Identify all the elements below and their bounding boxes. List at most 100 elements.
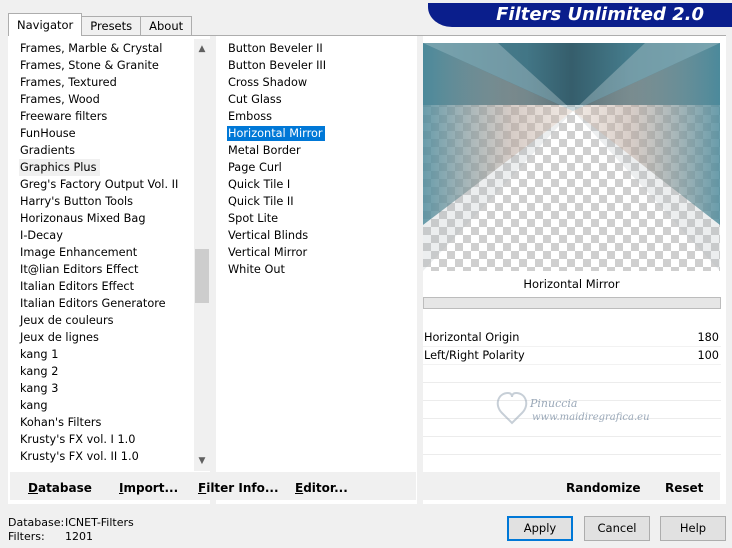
filter-item[interactable]: Button Beveler II [227,40,417,57]
parameter-row[interactable]: Left/Right Polarity 100 [423,347,721,365]
parameter-row-empty [423,365,721,383]
editor-button[interactable]: Editor... [295,472,348,500]
category-item[interactable]: Krusty's FX vol. I 1.0 [19,431,201,448]
scrollbar-thumb[interactable] [195,249,209,303]
category-item[interactable]: Harry's Button Tools [19,193,201,210]
randomize-button[interactable]: Randomize [566,472,640,500]
database-value: ICNET-Filters [65,516,134,529]
category-item[interactable]: Italian Editors Generatore [19,295,201,312]
tab-navigator[interactable]: Navigator [8,13,83,36]
category-item[interactable]: It@lian Editors Effect [19,261,201,278]
filter-item[interactable]: Vertical Blinds [227,227,417,244]
category-item[interactable]: Freeware filters [19,108,201,125]
category-item[interactable]: Greg's Factory Output Vol. II [19,176,201,193]
category-item[interactable]: Graphics Plus [19,159,201,176]
filter-item[interactable]: Cut Glass [227,91,417,108]
category-item-label: I-Decay [20,229,63,242]
filter-item-label: Quick Tile I [228,178,291,191]
category-item-label: FunHouse [20,127,76,140]
category-item[interactable]: Italian Editors Effect [19,278,201,295]
category-item[interactable]: Gradients [19,142,201,159]
filter-item[interactable]: Emboss [227,108,417,125]
scroll-up-icon[interactable]: ▲ [194,41,210,57]
category-item-label: Gradients [20,144,76,157]
category-item-label: It@lian Editors Effect [20,263,139,276]
category-item-label: Frames, Stone & Granite [20,59,159,72]
filter-list[interactable]: Button Beveler II Button Beveler III Cross… [227,40,417,278]
category-item[interactable]: FunHouse [19,125,201,142]
category-item[interactable]: Krusty's FX vol. II 1.0 [19,448,201,465]
filter-item[interactable]: Metal Border [227,142,417,159]
parameter-value[interactable]: 180 [697,329,719,346]
category-item[interactable]: Jeux de lignes [19,329,201,346]
category-list[interactable]: Frames, Marble & Crystal Frames, Stone & … [19,40,201,470]
filter-item-label: Vertical Mirror [228,246,308,259]
filter-item-label: Metal Border [228,144,301,157]
tab-bar: Navigator Presets About [8,13,193,36]
category-item[interactable]: Image Enhancement [19,244,201,261]
category-item-label: Frames, Marble & Crystal [20,42,163,55]
cancel-button[interactable]: Cancel [584,516,650,541]
category-item[interactable]: Jeux de couleurs [19,312,201,329]
category-item-label: Greg's Factory Output Vol. II [20,178,179,191]
filter-item[interactable]: White Out [227,261,417,278]
category-item[interactable]: kang 3 [19,380,201,397]
category-item[interactable]: Kohan's Filters [19,414,201,431]
import-button[interactable]: Import... [119,472,178,500]
reset-button[interactable]: Reset [665,472,703,500]
filter-item-label: Cut Glass [228,93,282,106]
category-item[interactable]: Frames, Stone & Granite [19,57,201,74]
category-item-label: Frames, Textured [20,76,117,89]
parameter-row-empty [423,437,721,455]
filter-item[interactable]: Page Curl [227,159,417,176]
category-item[interactable]: Frames, Marble & Crystal [19,40,201,57]
category-item[interactable]: Horizonaus Mixed Bag [19,210,201,227]
tab-about[interactable]: About [140,16,193,36]
filter-item[interactable]: Horizontal Mirror [227,125,417,142]
filter-info-button[interactable]: Filter Info... [198,472,279,500]
category-item[interactable]: I-Decay [19,227,201,244]
filter-item-label: Button Beveler II [228,42,323,55]
category-item-label: Italian Editors Generatore [20,297,166,310]
category-item[interactable]: kang [19,397,201,414]
filter-item[interactable]: Quick Tile II [227,193,417,210]
progress-bar [423,297,721,309]
filter-item-label: Spot Lite [228,212,279,225]
filter-item-label: Page Curl [228,161,282,174]
database-button[interactable]: Database [28,472,92,500]
right-toolbar: Randomize Reset [422,472,720,500]
category-item[interactable]: Frames, Textured [19,74,201,91]
parameter-row[interactable]: Horizontal Origin 180 [423,329,721,347]
filter-item[interactable]: Vertical Mirror [227,244,417,261]
left-toolbar: Database Import... Filter Info... Editor… [10,472,416,500]
help-button[interactable]: Help [660,516,726,541]
category-item-label: Frames, Wood [20,93,100,106]
category-item-label: Jeux de couleurs [20,314,114,327]
filter-item-label: White Out [228,263,285,276]
category-item-label: Krusty's FX vol. I 1.0 [20,433,136,446]
category-item-label: Graphics Plus [19,159,101,176]
filter-item[interactable]: Button Beveler III [227,57,417,74]
category-item[interactable]: Frames, Wood [19,91,201,108]
filter-item-label: Horizontal Mirror [227,126,325,141]
filter-item[interactable]: Spot Lite [227,210,417,227]
selected-filter-name: Horizontal Mirror [523,277,620,291]
apply-button[interactable]: Apply [507,516,573,541]
filter-item[interactable]: Quick Tile I [227,176,417,193]
category-item-label: kang 3 [20,382,59,395]
filter-preview [423,43,720,271]
category-item[interactable]: kang 2 [19,363,201,380]
parameter-value[interactable]: 100 [697,347,719,364]
filter-item-label: Emboss [228,110,272,123]
category-scrollbar[interactable]: ▲ ▼ [194,39,210,471]
tab-presets[interactable]: Presets [81,16,142,36]
app-title-banner: Filters Unlimited 2.0 [428,3,732,27]
parameter-name: Left/Right Polarity [424,349,525,362]
category-item-label: kang 2 [20,365,59,378]
filters-count-label: Filters: [8,530,45,543]
panel-divider [210,36,216,504]
watermark-text: Pinuccia [530,397,578,410]
scroll-down-icon[interactable]: ▼ [194,453,210,469]
category-item[interactable]: kang 1 [19,346,201,363]
filter-item[interactable]: Cross Shadow [227,74,417,91]
